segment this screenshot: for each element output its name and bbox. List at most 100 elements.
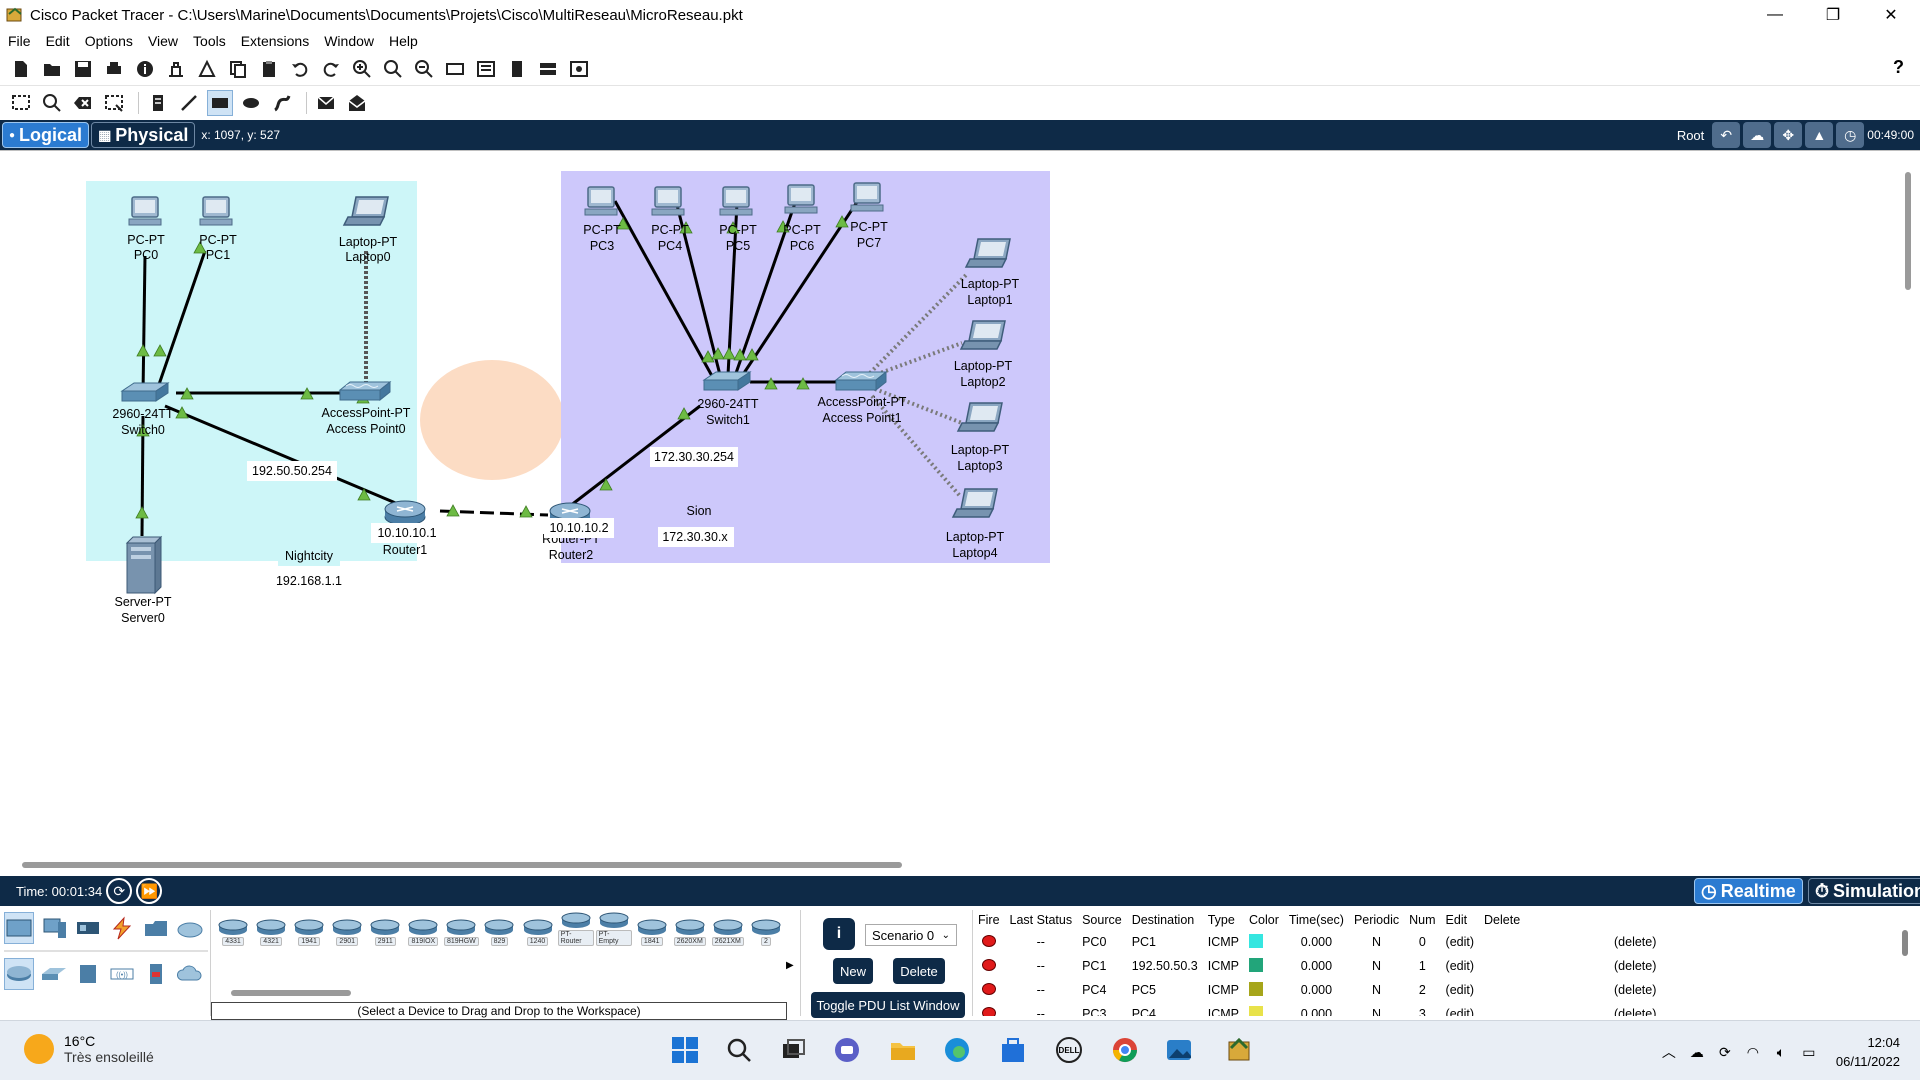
tab-logical[interactable]: ● Logical — [2, 122, 90, 148]
device-model-item[interactable]: 2911 — [367, 910, 403, 946]
zoom-in-icon[interactable] — [349, 56, 375, 82]
pdu-edit-cell[interactable]: (edit) — [1441, 930, 1479, 954]
menu-edit[interactable]: Edit — [46, 33, 70, 49]
dell-icon[interactable]: DELL — [1052, 1033, 1086, 1067]
print-icon[interactable] — [101, 56, 127, 82]
routers-subcategory-icon[interactable] — [4, 958, 34, 990]
simulation-mode-button[interactable]: ⏱ Simulation — [1808, 878, 1920, 904]
delete-scenario-button[interactable]: Delete — [893, 958, 945, 984]
device-model-item[interactable]: 2901 — [329, 910, 365, 946]
pdu-row[interactable]: -- PC4 PC5 ICMP 0.000 N 2 (edit) (delete) — [973, 978, 1661, 1002]
device-model-item[interactable]: 2620XM — [672, 910, 708, 946]
fire-pdu-icon[interactable] — [981, 934, 996, 947]
pdu-table-scrollbar[interactable] — [1902, 930, 1908, 956]
drawing-palette-icon[interactable] — [442, 56, 468, 82]
close-button[interactable]: ✕ — [1862, 0, 1920, 30]
chrome-browser-icon[interactable] — [1108, 1033, 1142, 1067]
new-file-icon[interactable] — [8, 56, 34, 82]
device-pc1[interactable] — [199, 196, 233, 226]
device-model-item[interactable]: 2 — [748, 910, 784, 946]
pdu-fire-cell[interactable] — [973, 978, 1005, 1002]
delete-icon[interactable] — [70, 90, 96, 116]
viewport-icon[interactable]: ◷ — [1836, 122, 1865, 148]
draw-line-icon[interactable] — [176, 90, 202, 116]
menu-window[interactable]: Window — [324, 33, 374, 49]
volume-icon[interactable]: 🔈︎ — [1770, 1041, 1792, 1063]
device-access-point0[interactable] — [339, 381, 391, 401]
pdu-fire-cell[interactable] — [973, 930, 1005, 954]
redo-icon[interactable] — [318, 56, 344, 82]
device-model-item[interactable]: 1941 — [291, 910, 327, 946]
device-pc0[interactable] — [128, 196, 162, 226]
device-pc6[interactable] — [784, 184, 818, 214]
back-arrow-icon[interactable]: ↶ — [1712, 122, 1741, 148]
connections-category-icon[interactable] — [108, 912, 136, 944]
power-cycle-icon[interactable]: ⟳ — [106, 878, 133, 904]
device-pc4[interactable] — [651, 186, 685, 216]
menu-options[interactable]: Options — [85, 33, 133, 49]
pdu-delete-cell[interactable]: (delete) — [1479, 954, 1661, 978]
sync-icon[interactable]: ⟳ — [1714, 1041, 1736, 1063]
fire-pdu-icon[interactable] — [981, 958, 996, 971]
device-model-item[interactable]: PT-Empty — [595, 910, 632, 946]
switches-subcategory-icon[interactable] — [40, 958, 68, 990]
wifi-icon[interactable]: ◠ — [1742, 1041, 1764, 1063]
move-object-icon[interactable]: ✥ — [1774, 122, 1803, 148]
pdu-edit-cell[interactable]: (edit) — [1441, 978, 1479, 1002]
miscellaneous-category-icon[interactable] — [142, 912, 170, 944]
task-view-icon[interactable] — [776, 1033, 810, 1067]
device-model-item[interactable]: 4331 — [215, 910, 251, 946]
menu-help[interactable]: Help — [389, 33, 418, 49]
chat-icon[interactable] — [830, 1033, 864, 1067]
zoom-reset-icon[interactable] — [380, 56, 406, 82]
edge-browser-icon[interactable] — [940, 1033, 974, 1067]
device-model-item[interactable]: 1240 — [520, 910, 556, 946]
menu-tools[interactable]: Tools — [193, 33, 226, 49]
save-icon[interactable] — [70, 56, 96, 82]
device-list-icon[interactable] — [535, 56, 561, 82]
screenshot-icon[interactable] — [566, 56, 592, 82]
menu-view[interactable]: View — [148, 33, 178, 49]
device-pc7[interactable] — [850, 182, 884, 212]
pdu-fire-cell[interactable] — [973, 954, 1005, 978]
collapse-arrow-icon[interactable]: ▶ — [786, 960, 794, 971]
freeform-icon[interactable] — [269, 90, 295, 116]
photos-icon[interactable] — [1162, 1033, 1196, 1067]
end-devices-category-icon[interactable] — [40, 912, 68, 944]
windows-start-icon[interactable] — [668, 1033, 702, 1067]
device-model-item[interactable]: 1841 — [634, 910, 670, 946]
undo-icon[interactable] — [287, 56, 313, 82]
maximize-button[interactable]: ❐ — [1804, 0, 1862, 30]
pdu-row[interactable]: -- PC1 192.50.50.3 ICMP 0.000 N 1 (edit) (delete… — [973, 954, 1661, 978]
fire-pdu-icon[interactable] — [981, 1006, 996, 1016]
chevron-up-icon[interactable]: ︿ — [1658, 1041, 1680, 1063]
draw-ellipse-icon[interactable] — [238, 90, 264, 116]
notes-icon[interactable] — [504, 56, 530, 82]
device-pc5[interactable] — [719, 186, 753, 216]
workspace-vertical-scrollbar[interactable] — [1905, 172, 1911, 290]
device-server0[interactable] — [126, 536, 162, 594]
copy-icon[interactable] — [225, 56, 251, 82]
device-model-item[interactable]: 2621XM — [710, 910, 746, 946]
device-model-item[interactable]: 819HGW — [443, 910, 479, 946]
select-icon[interactable] — [8, 90, 34, 116]
fire-pdu-icon[interactable] — [981, 982, 996, 995]
device-model-item[interactable]: 829 — [481, 910, 517, 946]
realtime-mode-button[interactable]: ◷ Realtime — [1694, 878, 1803, 904]
place-note-icon[interactable] — [145, 90, 171, 116]
security-subcategory-icon[interactable] — [142, 958, 170, 990]
device-model-item[interactable]: 4321 — [253, 910, 289, 946]
draw-rectangle-icon[interactable] — [207, 90, 233, 116]
pdu-delete-cell[interactable]: (delete) — [1479, 978, 1661, 1002]
pdu-edit-cell[interactable]: (edit) — [1441, 954, 1479, 978]
taskbar-clock[interactable]: 12:04 06/11/2022 — [1836, 1033, 1900, 1071]
workspace-horizontal-scrollbar[interactable] — [22, 862, 902, 868]
toggle-pdu-list-button[interactable]: Toggle PDU List Window — [811, 992, 965, 1018]
device-model-item[interactable]: 819IOX — [405, 910, 441, 946]
tab-physical[interactable]: ▦ Physical — [91, 122, 196, 148]
pdu-delete-cell[interactable]: (delete) — [1479, 1002, 1661, 1016]
weather-widget[interactable]: 16°C Très ensoleillé — [24, 1033, 154, 1065]
device-model-item[interactable]: PT-Router — [557, 910, 594, 946]
microsoft-store-icon[interactable] — [996, 1033, 1030, 1067]
menu-extensions[interactable]: Extensions — [241, 33, 309, 49]
